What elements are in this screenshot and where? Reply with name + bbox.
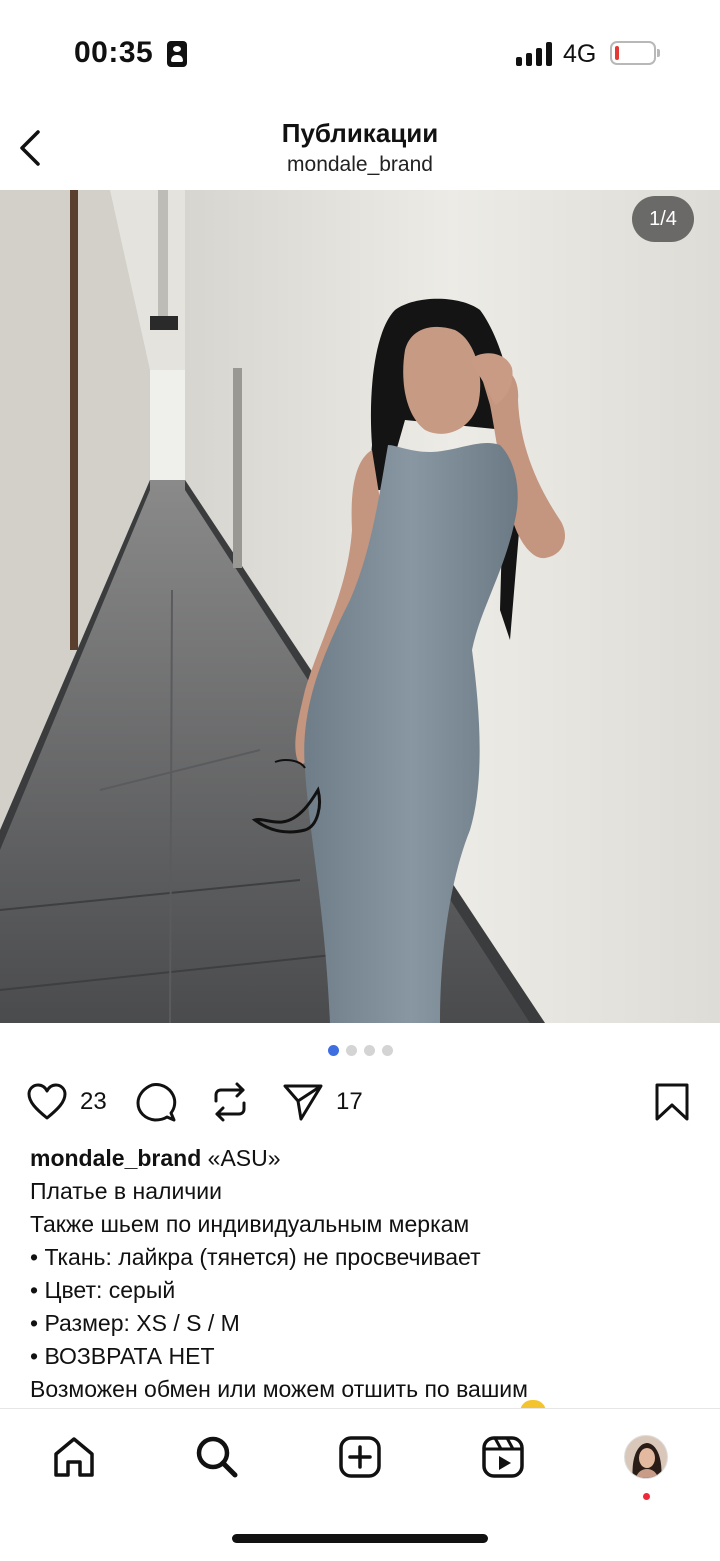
caption-username[interactable]: mondale_brand [30, 1145, 201, 1171]
share-count: 17 [336, 1088, 363, 1115]
caption-line: • Ткань: лайкра (тянется) не просвечивае… [30, 1244, 481, 1270]
create-icon [339, 1436, 381, 1478]
image-counter: 1/4 [632, 196, 694, 242]
caption-first-line: mondale_brand «ASU» [30, 1142, 700, 1175]
page-title: Публикации [281, 118, 439, 148]
page-header: Публикации mondale_brand [0, 100, 720, 190]
caption-title: «ASU» [201, 1145, 281, 1171]
status-bar: 00:35 4G [0, 0, 720, 100]
repost-icon [214, 1082, 246, 1122]
post-caption: mondale_brand «ASU» Платье в наличии Так… [30, 1142, 700, 1407]
carousel-dot-active [327, 1045, 339, 1056]
nav-reels[interactable] [475, 1429, 531, 1485]
carousel-dot [381, 1045, 393, 1056]
bookmark-icon [655, 1083, 689, 1121]
caption-line: • Цвет: серый [30, 1277, 176, 1303]
battery-icon [610, 41, 660, 65]
notification-dot [643, 1493, 650, 1500]
like-count: 23 [80, 1088, 107, 1115]
carousel-indicator [0, 1045, 720, 1057]
nav-profile[interactable] [618, 1429, 674, 1485]
search-icon [196, 1436, 238, 1478]
post-image[interactable]: 1/4 [0, 190, 720, 1023]
caption-line: Также шьем по индивидуальным меркам [30, 1211, 470, 1237]
nav-create[interactable] [332, 1429, 388, 1485]
caption-line: Платье в наличии [30, 1178, 222, 1204]
home-icon [54, 1437, 94, 1477]
heart-icon [27, 1083, 67, 1120]
save-button[interactable] [654, 1080, 690, 1124]
carousel-dot [363, 1045, 375, 1056]
repost-button[interactable] [210, 1080, 250, 1124]
caption-line: • ВОЗВРАТА НЕТ [30, 1343, 215, 1369]
carousel-dot [345, 1045, 357, 1056]
nav-search[interactable] [189, 1429, 245, 1485]
network-type: 4G [563, 40, 597, 68]
comment-icon [136, 1083, 177, 1122]
caption-line: Возможен обмен или можем отшить по вашим [30, 1376, 528, 1402]
comment-button[interactable] [135, 1080, 177, 1124]
share-button[interactable]: 17 [282, 1080, 363, 1124]
signal-icon [516, 42, 552, 66]
like-button[interactable]: 23 [26, 1080, 107, 1124]
post-actions: 23 17 [0, 1074, 720, 1130]
reels-icon [482, 1436, 524, 1478]
nav-home[interactable] [46, 1429, 102, 1485]
sim-card-icon [167, 41, 187, 67]
caption-line: • Размер: XS / S / M [30, 1310, 240, 1336]
post-photo [0, 190, 720, 1023]
home-indicator [232, 1534, 488, 1543]
status-time: 00:35 [74, 36, 154, 69]
page-subtitle: mondale_brand [287, 153, 433, 176]
send-icon [283, 1084, 323, 1121]
profile-avatar [624, 1435, 668, 1479]
